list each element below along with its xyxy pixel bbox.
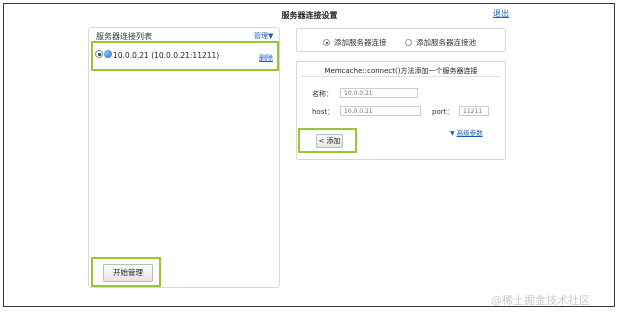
server-address: (10.0.0.21:11211) (151, 51, 220, 60)
port-input[interactable] (459, 106, 489, 116)
add-button-highlight: < 添加 (298, 128, 357, 153)
globe-icon (104, 50, 112, 58)
watermark: @稀土掘金技术社区 (491, 294, 590, 307)
name-input[interactable] (340, 88, 418, 98)
radio-selected-icon[interactable] (323, 39, 330, 46)
delete-server-link[interactable]: 删除 (259, 53, 273, 63)
add-button[interactable]: < 添加 (316, 134, 343, 148)
connection-mode-box: 添加服务器连接 添加服务器连接池 (296, 28, 506, 52)
page-title: 服务器连接设置 (281, 11, 338, 20)
form-title: Memcache::connect()方法添加一个服务器连接 (324, 67, 478, 75)
port-label: port： (432, 108, 454, 116)
host-input[interactable] (340, 106, 421, 116)
server-radio[interactable] (95, 50, 103, 58)
name-label: 名称： (312, 90, 333, 98)
divider (301, 76, 501, 77)
advanced-params-link[interactable]: ▼ 高级参数 (450, 127, 483, 137)
server-name: 10.0.0.21 (113, 51, 149, 60)
logout-link[interactable]: 退出 (493, 8, 509, 19)
manage-dropdown[interactable]: 管理▼ (254, 31, 273, 41)
radio-unselected-icon[interactable] (405, 39, 412, 46)
start-button-highlight: 开始管理 (91, 257, 161, 287)
mode-option-pool[interactable]: 添加服务器连接池 (405, 37, 476, 48)
server-list-item[interactable]: 10.0.0.21 (10.0.0.21:11211) 删除 (91, 41, 279, 71)
server-label: 10.0.0.21 (10.0.0.21:11211) (113, 51, 219, 60)
start-manage-button[interactable]: 开始管理 (103, 264, 153, 282)
mode-option-single[interactable]: 添加服务器连接 (323, 37, 387, 48)
host-label: host： (312, 108, 335, 116)
triangle-down-icon: ▼ (450, 130, 455, 137)
